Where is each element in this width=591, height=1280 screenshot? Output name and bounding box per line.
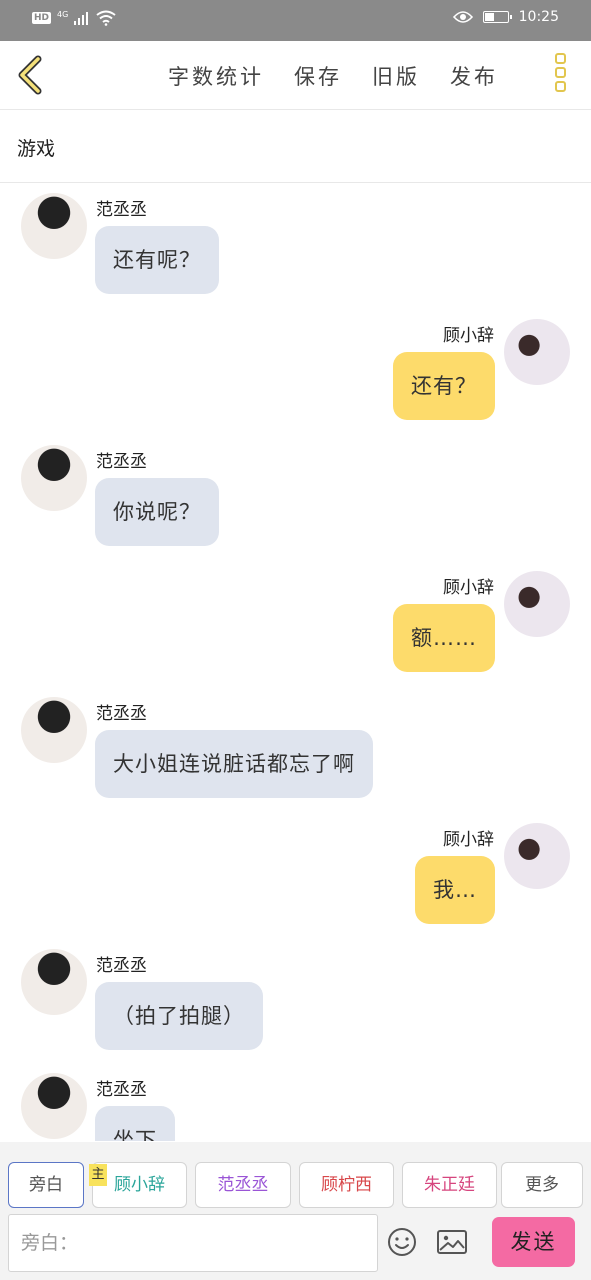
eye-icon [452,11,473,23]
message-bubble[interactable]: 你说呢？ [95,478,219,546]
message-bubble[interactable]: 还有？ [393,352,495,420]
avatar[interactable] [21,949,87,1015]
battery-fill [484,13,495,21]
battery-icon [482,11,512,23]
role-more-button[interactable]: 更多 [501,1162,583,1208]
message-input[interactable] [8,1214,378,1272]
wifi-icon [96,10,116,26]
role-label: 朱正廷 [424,1175,475,1195]
chat-area[interactable]: 范丞丞 还有呢？ 顾小辞 还有？ 范丞丞 你说呢？ 顾小辞 额…… 范丞丞 大小… [0,183,591,1141]
role-narrator[interactable]: 旁白 [8,1162,84,1208]
more-dot [554,53,566,64]
toolbar-actions: 字数统计 保存 旧版 发布 [168,61,498,91]
avatar[interactable] [21,697,87,763]
status-bar: HD 4G 10:25 [0,0,591,41]
sender-name: 范丞丞 [96,200,147,220]
message-bubble[interactable]: 大小姐连说脏话都忘了啊 [95,730,373,798]
sender-name: 顾小辞 [443,830,494,850]
avatar[interactable] [21,1073,87,1139]
sender-name: 顾小辞 [443,578,494,598]
top-bar: 字数统计 保存 旧版 发布 [0,41,591,110]
role-label: 范丞丞 [217,1175,269,1195]
chevron-left-icon [18,55,42,95]
role-label: 旁白 [29,1175,63,1195]
role-fan-chengcheng[interactable]: 范丞丞 [195,1162,291,1208]
message-bubble[interactable]: 坐下 [95,1106,175,1141]
avatar[interactable] [21,445,87,511]
avatar[interactable] [504,319,570,385]
main-role-badge: 主 [89,1164,107,1186]
emoji-button[interactable] [386,1226,418,1258]
old-version-button[interactable]: 旧版 [372,61,420,91]
story-title: 游戏 [17,138,56,160]
sender-name: 范丞丞 [96,1080,147,1100]
sender-name: 范丞丞 [96,956,147,976]
network-type: 4G [57,9,69,19]
publish-button[interactable]: 发布 [450,61,498,91]
role-label: 更多 [525,1175,559,1195]
avatar[interactable] [504,823,570,889]
message-bubble[interactable]: 额…… [393,604,495,672]
save-button[interactable]: 保存 [294,61,342,91]
more-dot [554,67,566,78]
more-menu-button[interactable] [550,51,570,101]
word-count-button[interactable]: 字数统计 [168,61,264,91]
avatar[interactable] [504,571,570,637]
image-button[interactable] [436,1226,468,1258]
status-right: 10:25 [452,9,559,25]
input-bar: 发送 [0,1212,591,1280]
more-dot [554,81,566,92]
sender-name: 顾小辞 [443,326,494,346]
clock: 10:25 [518,9,559,25]
sender-name: 范丞丞 [96,704,147,724]
role-gu-ningxi[interactable]: 顾柠西 [299,1162,394,1208]
signal-icon [74,12,89,25]
status-left: HD 4G [32,10,116,26]
message-bubble[interactable]: （拍了拍腿） [95,982,263,1050]
sender-name: 范丞丞 [96,452,147,472]
avatar[interactable] [21,193,87,259]
image-icon [437,1230,467,1254]
send-button[interactable]: 发送 [492,1217,575,1267]
message-bubble[interactable]: 我… [415,856,495,924]
smiley-icon [388,1228,416,1256]
message-bubble[interactable]: 还有呢？ [95,226,219,294]
story-title-row[interactable]: 游戏 [0,110,591,183]
role-label: 顾小辞 [114,1175,165,1195]
role-zhu-zhengting[interactable]: 朱正廷 [402,1162,497,1208]
back-button[interactable] [10,53,54,97]
hd-badge: HD [32,12,52,24]
role-label: 顾柠西 [321,1175,372,1195]
